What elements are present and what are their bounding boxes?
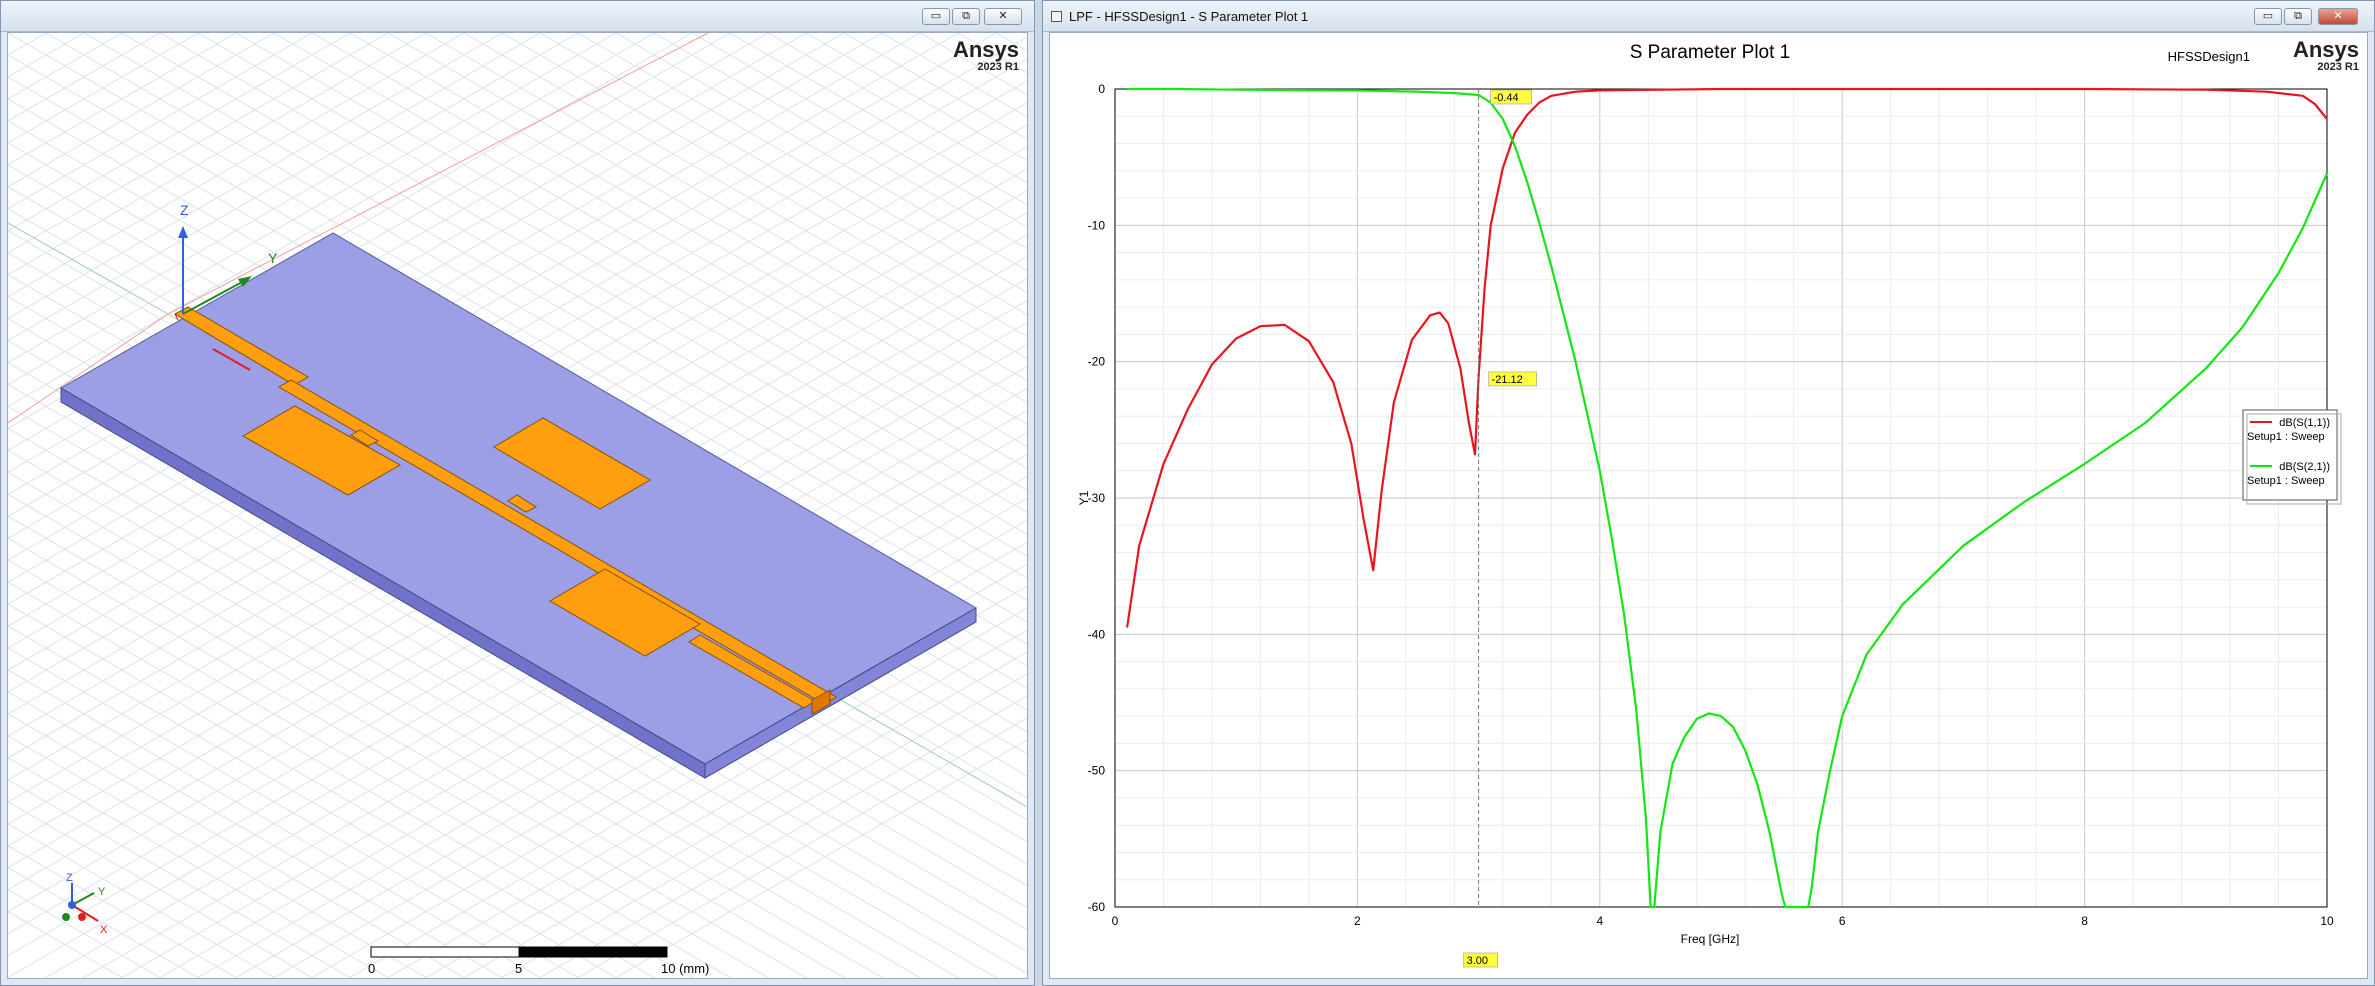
ansys-logo-name: Ansys <box>2292 37 2359 62</box>
plot-window-title: LPF - HFSSDesign1 - S Parameter Plot 1 <box>1069 9 1309 24</box>
ansys-logo: Ansys 2023 R1 <box>952 37 1019 74</box>
grid-line <box>8 845 238 978</box>
plot-titlebar[interactable]: LPF - HFSSDesign1 - S Parameter Plot 1 ▭… <box>1043 1 2374 32</box>
grid-line <box>8 33 199 144</box>
x-tick-label: 4 <box>1596 914 1603 928</box>
legend-s21-name: dB(S(2,1)) <box>2279 461 2330 473</box>
grid-line <box>8 33 47 56</box>
design-label: HFSSDesign1 <box>2168 49 2250 64</box>
triad-y-label: Y <box>98 886 106 898</box>
plot-window: LPF - HFSSDesign1 - S Parameter Plot 1 ▭… <box>1042 0 2375 986</box>
marker-m2-label: -21.12 <box>1492 374 1523 386</box>
s-parameter-chart[interactable]: S Parameter Plot 1 HFSSDesign1 0 2 4 6 8 100-… <box>1050 33 2368 979</box>
grid-line <box>8 33 275 188</box>
x-tick-label: 6 <box>1839 914 1846 928</box>
y-tick-label: -20 <box>1088 355 1106 369</box>
grid-line <box>8 33 237 166</box>
scale-tick-5: 5 <box>515 961 522 976</box>
ansys-logo-version: 2023 R1 <box>2317 61 2359 73</box>
y-tick-label: 0 <box>1098 82 1105 96</box>
y-tick-label: -10 <box>1088 218 1106 232</box>
y-axis-label: Y1 <box>1077 490 1091 505</box>
legend-s11-sub: Setup1 : Sweep <box>2247 431 2325 443</box>
scale-tick-10: 10 (mm) <box>661 961 709 976</box>
x-axis-line <box>167 33 709 315</box>
legend-s21-sub: Setup1 : Sweep <box>2247 475 2325 487</box>
plot-area[interactable]: S Parameter Plot 1 HFSSDesign1 0 2 4 6 8 10 0-… <box>1049 32 2368 979</box>
x-axis-label: Freq [GHz] <box>1681 932 1740 946</box>
triad-x-label: X <box>100 924 108 936</box>
x-tick-label: 8 <box>2081 914 2088 928</box>
legend[interactable]: dB(S(1,1)) Setup1 : Sweep dB(S(2,1)) Set… <box>2242 409 2342 505</box>
minimize-button[interactable]: ▭ <box>2254 8 2282 25</box>
ansys-logo: Ansys 2023 R1 <box>2292 37 2359 74</box>
ansys-logo-version: 2023 R1 <box>977 61 1019 73</box>
marker-x-label: 3.00 <box>1467 955 1488 967</box>
y-axis-label: Y <box>268 250 278 266</box>
x-tick-label: 0 <box>1112 914 1119 928</box>
grid-line <box>995 33 1027 52</box>
chart-grid <box>1114 88 2328 908</box>
minimize-button[interactable]: ▭ <box>922 8 950 25</box>
chart-title: S Parameter Plot 1 <box>1630 42 1791 63</box>
model-view[interactable]: Z Y Z Y X 0 5 10 (mm) <box>8 33 1028 979</box>
x-tick-label: 10 <box>2320 914 2334 928</box>
restore-button[interactable]: ⧉ <box>2284 8 2312 25</box>
axis-ticks: 0 2 4 6 8 100-10-20-30-40-50-60 <box>1088 82 2334 928</box>
grid-line <box>919 33 1027 96</box>
restore-button[interactable]: ⧉ <box>952 8 980 25</box>
scale-bar: 0 5 10 (mm) <box>368 946 709 976</box>
z-axis-label: Z <box>180 202 189 218</box>
y-tick-label: -60 <box>1088 900 1106 914</box>
x-tick-label: 2 <box>1354 914 1361 928</box>
grid-line <box>881 33 1027 118</box>
window-icon <box>1051 11 1062 22</box>
ansys-logo-name: Ansys <box>952 37 1019 62</box>
modeler-viewport[interactable]: Z Y Z Y X 0 5 10 (mm) Ansys 2023 R1 <box>7 32 1028 979</box>
marker-layer[interactable]: -0.44 -21.12 3.00 <box>1463 89 1537 968</box>
marker-m1-label: -0.44 <box>1494 92 1519 104</box>
grid-line <box>8 33 85 78</box>
view-triad[interactable]: Z Y X <box>62 872 108 936</box>
grid-line <box>843 33 1027 140</box>
close-button[interactable]: ✕ <box>2318 8 2358 25</box>
y-tick-label: -40 <box>1088 627 1106 641</box>
modeler-window: ▭ ⧉ ✕ Z Y Z Y X 0 5 10 (mm) Ansys 2023 R… <box>0 0 1035 986</box>
close-button[interactable]: ✕ <box>984 8 1022 25</box>
y-tick-label: -50 <box>1088 764 1106 778</box>
y-axis-line-neg <box>8 222 169 315</box>
grid-line <box>767 33 1027 184</box>
triad-z-label: Z <box>66 872 73 884</box>
series-s11-line[interactable] <box>1126 87 2328 628</box>
grid-line <box>805 33 1027 162</box>
legend-s11-name: dB(S(1,1)) <box>2279 417 2330 429</box>
scale-tick-0: 0 <box>368 961 375 976</box>
modeler-titlebar[interactable]: ▭ ⧉ ✕ <box>1 1 1034 32</box>
